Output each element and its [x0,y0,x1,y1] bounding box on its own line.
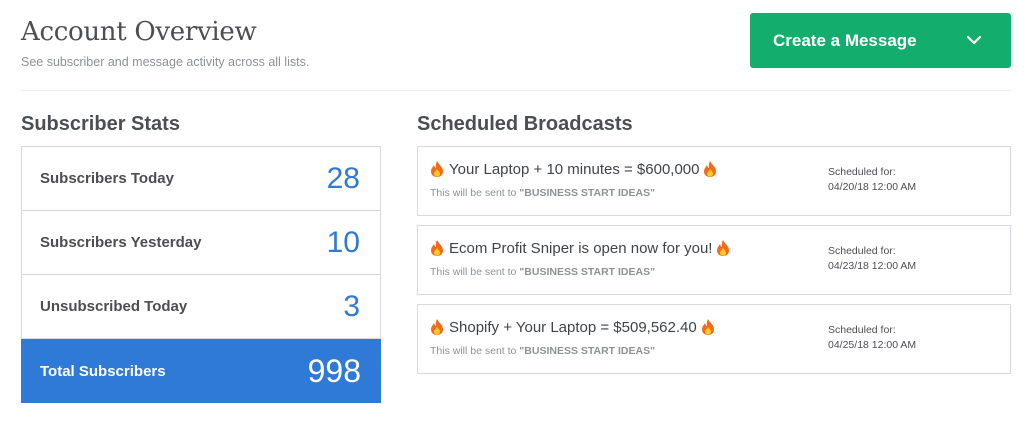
broadcast-title-row: Your Laptop + 10 minutes = $600,000 [430,160,717,178]
scheduled-label: Scheduled for: [828,245,896,257]
broadcast-title: Shopify + Your Laptop = $509,562.40 [449,318,697,336]
broadcast-recipient: This will be sent to "BUSINESS START IDE… [430,345,655,357]
stat-row-total-subscribers: Total Subscribers 998 [21,339,381,403]
stat-label: Subscribers Today [40,170,174,187]
broadcast-card[interactable]: Your Laptop + 10 minutes = $600,000 This… [417,146,1011,216]
broadcast-title: Ecom Profit Sniper is open now for you! [449,239,713,257]
broadcast-recipient: This will be sent to "BUSINESS START IDE… [430,266,655,278]
fire-icon [704,161,717,177]
recipient-list: "BUSINESS START IDEAS" [519,266,656,278]
broadcast-title-row: Ecom Profit Sniper is open now for you! [430,239,730,257]
create-message-button[interactable]: Create a Message [750,13,1011,68]
broadcast-recipient: This will be sent to "BUSINESS START IDE… [430,187,655,199]
stat-row-subscribers-yesterday: Subscribers Yesterday 10 [22,211,380,275]
stat-row-subscribers-today: Subscribers Today 28 [22,147,380,211]
recipient-list: "BUSINESS START IDEAS" [519,345,656,357]
scheduled-datetime: 04/23/18 12:00 AM [828,260,917,272]
fire-icon [431,240,443,256]
stat-label: Total Subscribers [40,362,166,380]
subscriber-stats-title: Subscriber Stats [21,113,180,135]
page-subtitle: See subscriber and message activity acro… [21,55,310,69]
scheduled-label: Scheduled for: [828,166,896,178]
broadcast-card[interactable]: Ecom Profit Sniper is open now for you! … [417,225,1011,295]
scheduled-broadcasts-title: Scheduled Broadcasts [417,113,633,135]
stat-value: 28 [326,161,360,195]
broadcast-schedule: Scheduled for: 04/23/18 12:00 AM [828,244,916,274]
broadcast-card[interactable]: Shopify + Your Laptop = $509,562.40 This… [417,304,1011,374]
stat-value: 10 [326,225,360,259]
stat-value: 3 [343,289,360,323]
sent-to-prefix: This will be sent to [430,187,520,199]
broadcast-schedule: Scheduled for: 04/25/18 12:00 AM [828,323,916,353]
fire-icon [701,319,714,335]
stat-value: 998 [307,352,361,389]
subscriber-stats-panel: Subscribers Today 28 Subscribers Yesterd… [21,146,381,403]
recipient-list: "BUSINESS START IDEAS" [519,187,656,199]
page-title: Account Overview [21,17,257,47]
scheduled-label: Scheduled for: [828,324,896,336]
stat-row-unsubscribed-today: Unsubscribed Today 3 [22,275,380,339]
stat-label: Subscribers Yesterday [40,234,202,251]
scheduled-datetime: 04/20/18 12:00 AM [828,181,917,193]
broadcast-title-row: Shopify + Your Laptop = $509,562.40 [430,318,715,336]
sent-to-prefix: This will be sent to [430,345,520,357]
sent-to-prefix: This will be sent to [430,266,520,278]
fire-icon [431,161,443,177]
header-divider [21,90,1011,91]
broadcast-schedule: Scheduled for: 04/20/18 12:00 AM [828,165,916,195]
fire-icon [717,240,730,256]
fire-icon [431,319,443,335]
create-message-label: Create a Message [773,30,917,50]
chevron-down-icon[interactable] [966,32,982,48]
stat-label: Unsubscribed Today [40,298,188,315]
broadcast-title: Your Laptop + 10 minutes = $600,000 [449,160,700,178]
scheduled-datetime: 04/25/18 12:00 AM [828,339,917,351]
